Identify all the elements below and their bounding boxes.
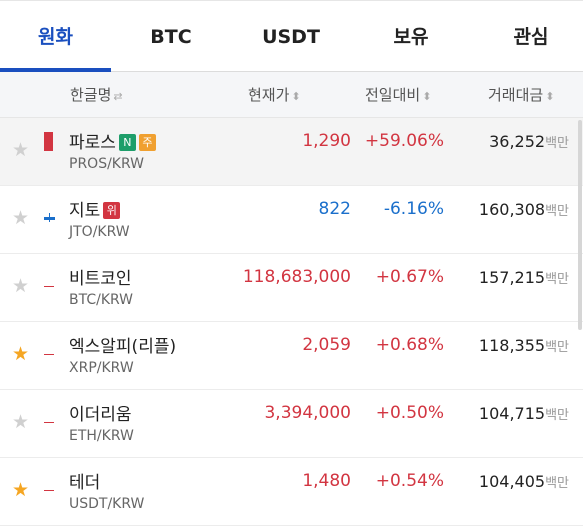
current-price: 1,290 [302,131,351,151]
coin-name: 이더리움 [69,405,132,425]
candle-wick [49,213,50,222]
current-price: 822 [318,199,351,219]
volume-unit: 백만 [545,136,569,151]
star-icon[interactable]: ★ [12,345,29,364]
coin-row-pros[interactable]: ★ 파로스 N 주 PROS/KRW 1,290 +59.06% 36,252백만 [0,118,583,186]
candle-icon [44,422,54,423]
coin-row-xrp[interactable]: ★ 엑스알피(리플) XRP/KRW 2,059 +0.68% 118,355백… [0,322,583,390]
coin-row-btc[interactable]: ★ 비트코인 BTC/KRW 118,683,000 +0.67% 157,21… [0,254,583,322]
trade-volume: 104,715 [478,404,546,423]
candle-icon [44,132,53,151]
star-icon[interactable]: ★ [12,413,29,432]
coin-name: 엑스알피(리플) [69,337,177,357]
sort-icon: ⬍ [291,90,301,103]
coin-symbol: PROS/KRW [69,156,144,172]
tab-holdings[interactable]: 보유 [351,1,471,73]
volume-unit: 백만 [545,204,569,219]
star-icon[interactable]: ★ [12,277,29,296]
sort-by-volume[interactable]: 거래대금 ⬍ [488,72,554,118]
current-price: 118,683,000 [242,267,351,287]
warning-badge: 위 [103,202,121,219]
candle-icon [44,490,54,491]
coin-row-eth[interactable]: ★ 이더리움 ETH/KRW 3,394,000 +0.50% 104,715백… [0,390,583,458]
tab-watchlist[interactable]: 관심 [471,1,583,73]
coin-symbol: BTC/KRW [69,292,134,308]
candle-icon [44,354,54,355]
current-price: 2,059 [302,335,351,355]
volume-unit: 백만 [545,408,569,423]
trade-volume: 157,215 [478,268,546,287]
coin-symbol: ETH/KRW [69,428,134,444]
tab-btc[interactable]: BTC [111,1,231,73]
header-name-label: 한글명 [70,86,112,104]
change-rate: +0.50% [375,403,444,423]
change-rate: -6.16% [383,199,444,219]
trade-volume: 160,308 [478,200,546,219]
caution-badge: 주 [138,134,156,151]
change-rate: +59.06% [364,131,444,151]
volume-unit: 백만 [545,272,569,287]
star-icon[interactable]: ★ [12,209,29,228]
header-price-label: 현재가 [248,86,290,104]
trade-volume: 118,355 [478,336,546,355]
volume-unit: 백만 [545,476,569,491]
coin-name: 파로스 [69,133,116,153]
current-price: 1,480 [302,471,351,491]
trade-volume: 104,405 [478,472,546,491]
coin-name: 지토 [69,201,101,221]
swap-icon: ⇄ [113,90,123,103]
tab-usdt[interactable]: USDT [231,1,351,73]
coin-name: 테더 [69,473,101,493]
coin-row-jto[interactable]: ★ 지토 위 JTO/KRW 822 -6.16% 160,308백만 [0,186,583,254]
coin-row-usdt[interactable]: ★ 테더 USDT/KRW 1,480 +0.54% 104,405백만 [0,458,583,526]
tab-krw[interactable]: 원화 [0,1,111,73]
sort-by-change[interactable]: 전일대비 ⬍ [365,72,431,118]
sort-icon: ⬍ [422,90,432,103]
header-change-label: 전일대비 [365,86,421,104]
market-tabs: 원화 BTC USDT 보유 관심 [0,0,583,72]
new-badge: N [118,134,136,151]
volume-unit: 백만 [545,340,569,355]
coin-symbol: USDT/KRW [69,496,145,512]
table-header: 한글명 ⇄ 현재가 ⬍ 전일대비 ⬍ 거래대금 ⬍ [0,72,583,118]
star-icon[interactable]: ★ [12,481,29,500]
sort-by-price[interactable]: 현재가 ⬍ [248,72,301,118]
header-volume-label: 거래대금 [488,86,544,104]
change-rate: +0.67% [375,267,444,287]
candle-icon [44,286,54,287]
star-icon[interactable]: ★ [12,141,29,160]
sort-by-name[interactable]: 한글명 ⇄ [70,72,123,118]
coin-symbol: XRP/KRW [69,360,134,376]
trade-volume: 36,252 [489,132,546,151]
scrollbar[interactable] [578,120,582,330]
change-rate: +0.68% [375,335,444,355]
current-price: 3,394,000 [264,403,351,423]
change-rate: +0.54% [375,471,444,491]
coin-name: 비트코인 [69,269,132,289]
sort-icon: ⬍ [545,90,555,103]
coin-symbol: JTO/KRW [69,224,130,240]
